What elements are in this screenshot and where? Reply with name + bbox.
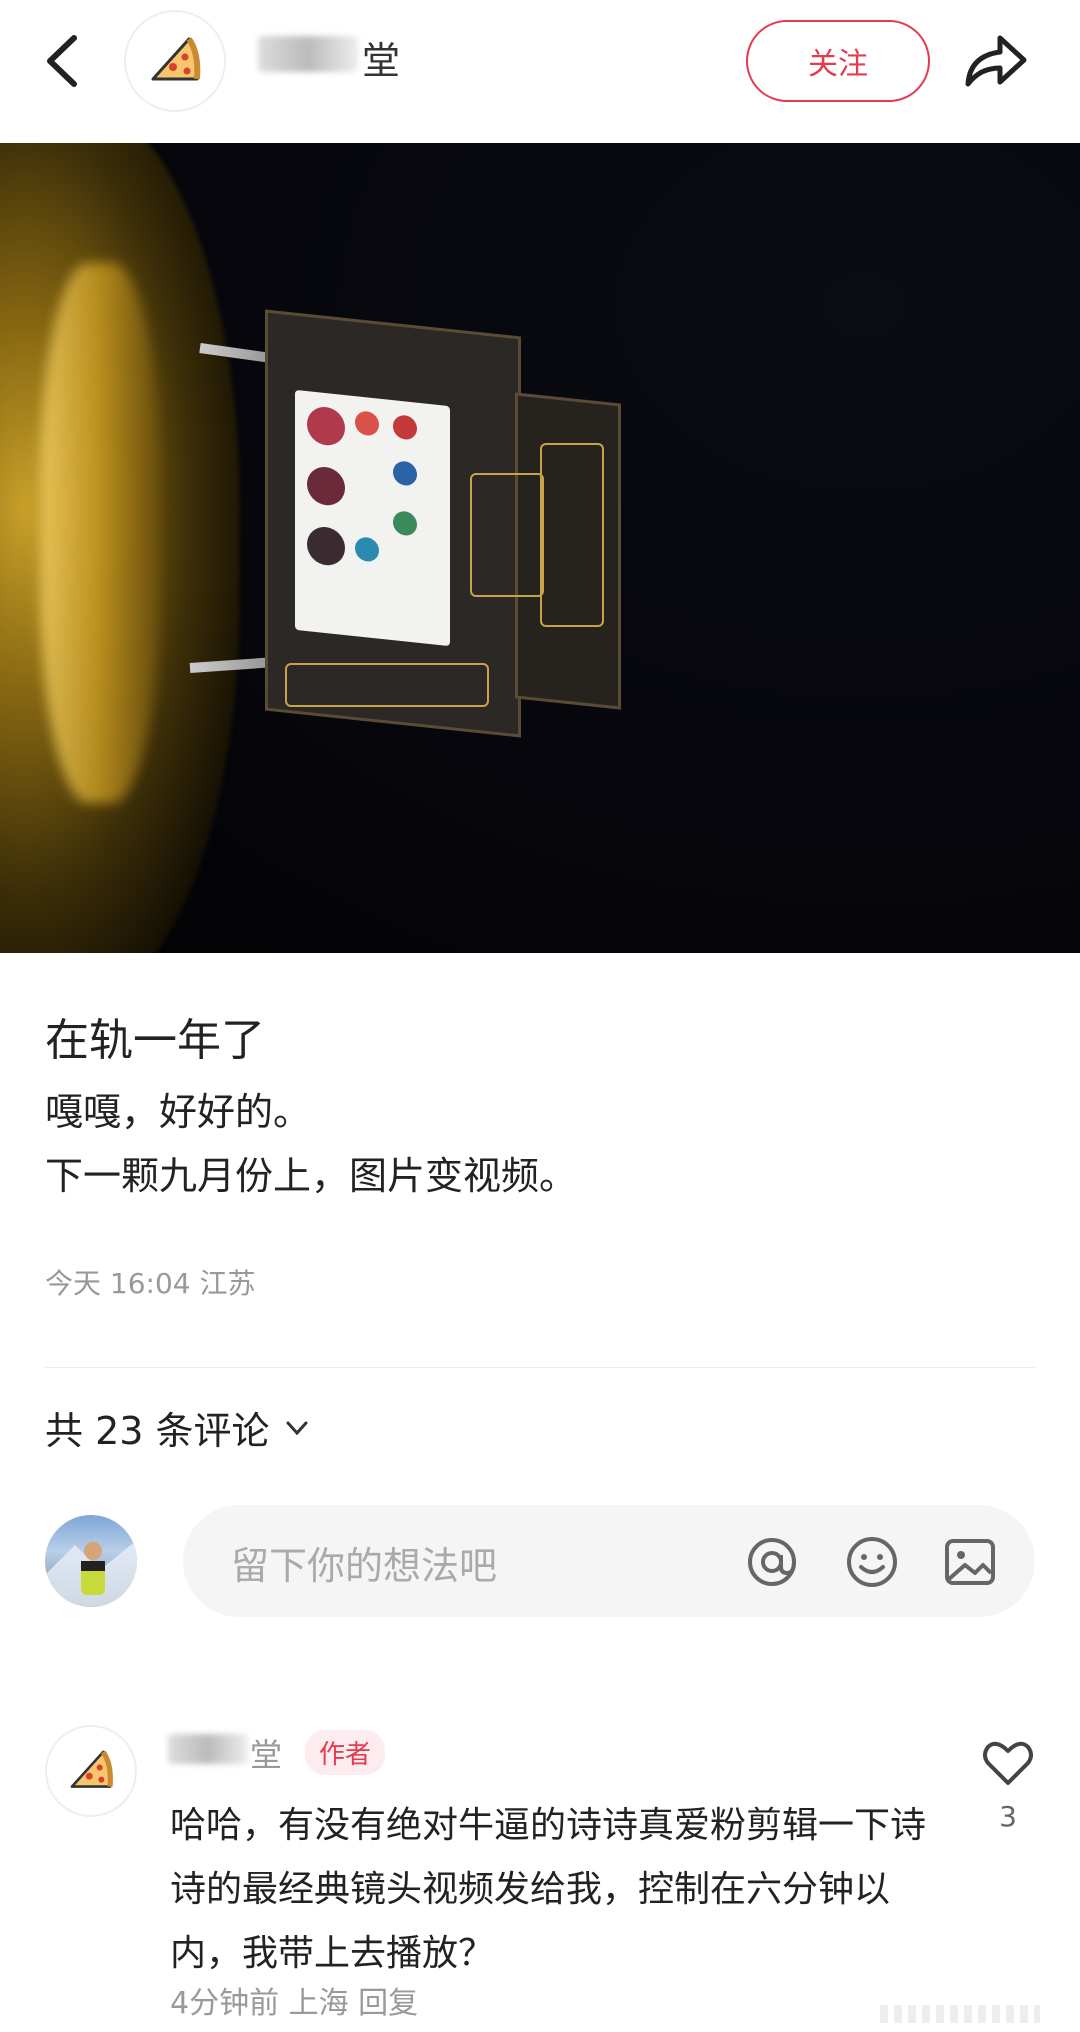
pizza-icon — [70, 1750, 113, 1788]
card-emblem — [393, 460, 417, 487]
top-bar: 堂 关注 — [0, 0, 1080, 143]
comment-meta[interactable]: 4分钟前 上海 回复 — [170, 1978, 418, 2022]
card-emblem — [355, 410, 379, 437]
comment-author-text: 堂 — [250, 1736, 283, 1774]
post-meta: 今天 16:04 江苏 — [45, 1267, 256, 1300]
comment-input-placeholder: 留下你的想法吧 — [231, 1544, 498, 1588]
emoji-icon[interactable] — [843, 1533, 901, 1591]
pizza-icon — [151, 37, 201, 81]
author-badge: 作者 — [305, 1730, 386, 1775]
like-count: 3 — [999, 1800, 1017, 1833]
comments-count-label: 共 23 条评论 — [45, 1409, 270, 1453]
post-body-line: 下一颗九月份上，图片变视频。 — [45, 1154, 578, 1198]
at-icon[interactable] — [743, 1533, 801, 1591]
post-title: 在轨一年了 — [45, 1015, 265, 1066]
share-icon[interactable] — [960, 26, 1030, 96]
post-body-line: 嘎嘎，好好的。 — [45, 1090, 312, 1134]
username-text: 堂 — [362, 39, 402, 83]
comment-text: 哈哈，有没有绝对牛逼的诗诗真爱粉剪辑一下诗诗的最经典镜头视频发给我，控制在六分钟… — [170, 1805, 927, 1974]
card-emblem — [307, 525, 345, 568]
author-avatar[interactable] — [124, 10, 226, 112]
my-avatar[interactable] — [45, 1515, 137, 1607]
heart-icon[interactable] — [980, 1735, 1036, 1791]
image-icon[interactable] — [941, 1533, 999, 1591]
printed-card — [295, 389, 450, 647]
card-emblem — [393, 510, 417, 537]
comment-input[interactable]: 留下你的想法吧 — [183, 1505, 1035, 1617]
post-body: 嘎嘎，好好的。 下一颗九月份上，图片变视频。 — [45, 1080, 577, 1208]
card-emblem — [307, 465, 345, 508]
card-emblem — [355, 536, 379, 563]
chevron-down-icon — [286, 1421, 308, 1435]
spacecraft-highlight — [40, 263, 160, 803]
card-emblem — [393, 414, 417, 441]
wiring — [470, 473, 544, 597]
comments-sort-toggle[interactable]: 共 23 条评论 — [45, 1400, 312, 1455]
card-emblem — [307, 405, 345, 448]
follow-button[interactable]: 关注 — [746, 20, 930, 102]
watermark — [880, 2005, 1040, 2023]
wiring — [540, 443, 604, 627]
divider — [45, 1367, 1035, 1368]
redacted-username — [168, 1734, 248, 1764]
person-photo-icon — [45, 1540, 137, 1607]
back-arrow-icon[interactable] — [38, 26, 88, 96]
comment-avatar[interactable] — [45, 1725, 137, 1817]
comment-author-name[interactable]: 堂 — [168, 1730, 283, 1776]
redacted-username — [258, 36, 358, 72]
wiring — [285, 663, 489, 707]
post-image[interactable] — [0, 143, 1080, 953]
author-username[interactable]: 堂 — [258, 30, 402, 85]
